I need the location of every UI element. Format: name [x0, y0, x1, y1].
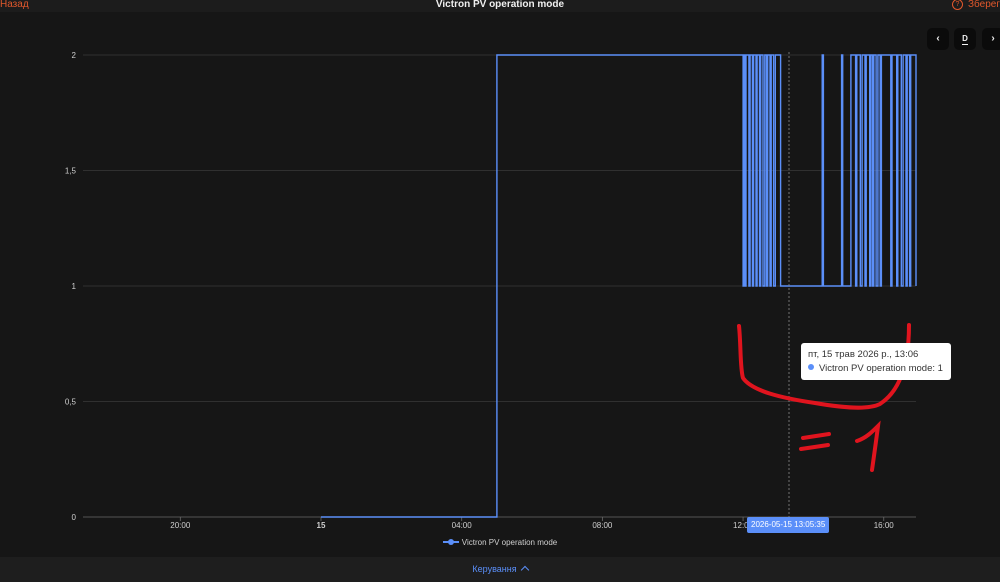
- handwritten-one-annotation: [855, 420, 881, 472]
- history-chart[interactable]: 00,511,52 20:00 15 04:00 08:00 12:00 16:00: [0, 0, 1000, 557]
- legend-line-icon: [442, 539, 459, 545]
- tooltip-date: пт, 15 трав 2026 р., 13:06: [808, 349, 919, 360]
- y-tick-label: 0,5: [65, 398, 77, 407]
- y-tick-label: 0: [72, 513, 77, 522]
- y-tick-label: 2: [72, 51, 77, 60]
- handwritten-equals-annotation: [799, 432, 831, 451]
- chart-tooltip: пт, 15 трав 2026 р., 13:06 Victron PV op…: [801, 343, 951, 380]
- legend-series-label: Victron PV operation mode: [461, 538, 558, 547]
- x-tick-label: 15: [317, 521, 326, 530]
- chevron-right-icon: ›: [991, 33, 995, 44]
- chevron-left-icon: ‹: [936, 33, 940, 44]
- x-tick-label: 16:00: [874, 521, 895, 530]
- controls-toggle[interactable]: Керування: [0, 557, 1000, 582]
- y-axis-ticks: 0 0,5 1 1,5 2: [65, 51, 77, 522]
- previous-period-button[interactable]: ‹: [927, 28, 949, 50]
- chart-legend[interactable]: Victron PV operation mode: [0, 538, 1000, 547]
- x-tick-label: 08:00: [592, 521, 613, 530]
- period-label: D: [962, 34, 968, 45]
- y-tick-label: 1,5: [65, 167, 77, 176]
- axis-pointer-label: 2026-05-15 13:05:35: [747, 517, 830, 533]
- x-tick-label: 04:00: [452, 521, 473, 530]
- controls-label: Керування: [472, 564, 517, 574]
- x-tick-label: 20:00: [170, 521, 191, 530]
- tooltip-series-value: Victron PV operation mode: 1: [819, 363, 943, 374]
- y-tick-label: 1: [72, 282, 77, 291]
- chevron-up-icon: [520, 565, 529, 575]
- next-period-button[interactable]: ›: [982, 28, 1000, 50]
- series-dot-icon: [808, 364, 814, 370]
- tooltip-series-row: Victron PV operation mode: 1: [808, 362, 951, 376]
- period-button[interactable]: D: [954, 28, 976, 50]
